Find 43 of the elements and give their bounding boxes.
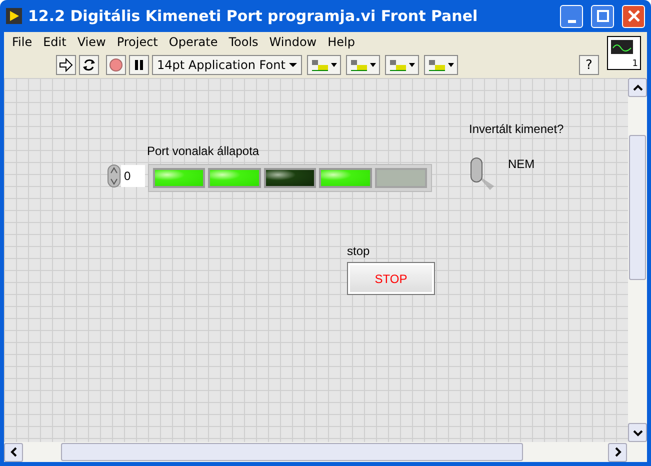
menu-item[interactable]: Tools — [224, 35, 266, 49]
maximize-icon — [596, 10, 608, 22]
window-title: 12.2 Digitális Kimeneti Port programja.vi Front Panel — [28, 7, 479, 25]
menu-item[interactable]: Window — [265, 35, 324, 49]
distribute-objects-icon[interactable] — [346, 55, 380, 75]
run-continuously-icon[interactable] — [79, 55, 99, 75]
reorder-icon[interactable] — [424, 55, 458, 75]
help-button[interactable]: ? — [579, 55, 599, 75]
menu-item[interactable]: File — [8, 35, 40, 49]
toggle-state-text: NEM — [508, 157, 535, 171]
scroll-down-button[interactable] — [628, 423, 647, 442]
scroll-right-button[interactable] — [608, 442, 627, 462]
increment-decrement-icon[interactable] — [107, 164, 121, 188]
horizontal-scrollbar-thumb[interactable] — [61, 443, 523, 461]
align-objects-icon[interactable] — [307, 55, 341, 75]
maximize-button[interactable] — [591, 4, 614, 28]
caret-icon — [289, 63, 297, 67]
minimize-button[interactable] — [560, 4, 583, 28]
menu-item[interactable]: Project — [112, 35, 165, 49]
index-field[interactable]: 0 — [121, 165, 145, 187]
pause-icon[interactable] — [129, 55, 149, 75]
abort-icon[interactable] — [106, 55, 126, 75]
close-button[interactable] — [622, 4, 645, 28]
array-label: Port vonalak állapota — [147, 144, 260, 158]
resize-objects-icon[interactable] — [385, 55, 419, 75]
minimize-icon — [568, 20, 576, 22]
stop-label: stop — [347, 244, 370, 258]
chevron-left-icon — [10, 447, 18, 457]
chevron-down-icon — [632, 428, 642, 436]
menu-item[interactable]: Edit — [39, 35, 74, 49]
menu-item[interactable]: Help — [324, 35, 362, 49]
menu-item[interactable]: View — [73, 35, 113, 49]
chevron-right-icon — [614, 447, 622, 457]
scroll-up-button[interactable] — [628, 78, 647, 97]
close-icon — [628, 10, 640, 22]
vertical-scrollbar-thumb[interactable] — [629, 135, 646, 280]
scroll-left-button[interactable] — [4, 442, 23, 462]
toggle-label: Invertált kimenet? — [469, 122, 564, 136]
font-dropdown[interactable]: 14pt Application Font — [152, 55, 302, 75]
menu-item[interactable]: Operate — [164, 35, 225, 49]
connector-pane-icon: 1 — [607, 36, 641, 70]
vi-icon — [6, 8, 22, 24]
chevron-up-icon — [632, 84, 642, 92]
